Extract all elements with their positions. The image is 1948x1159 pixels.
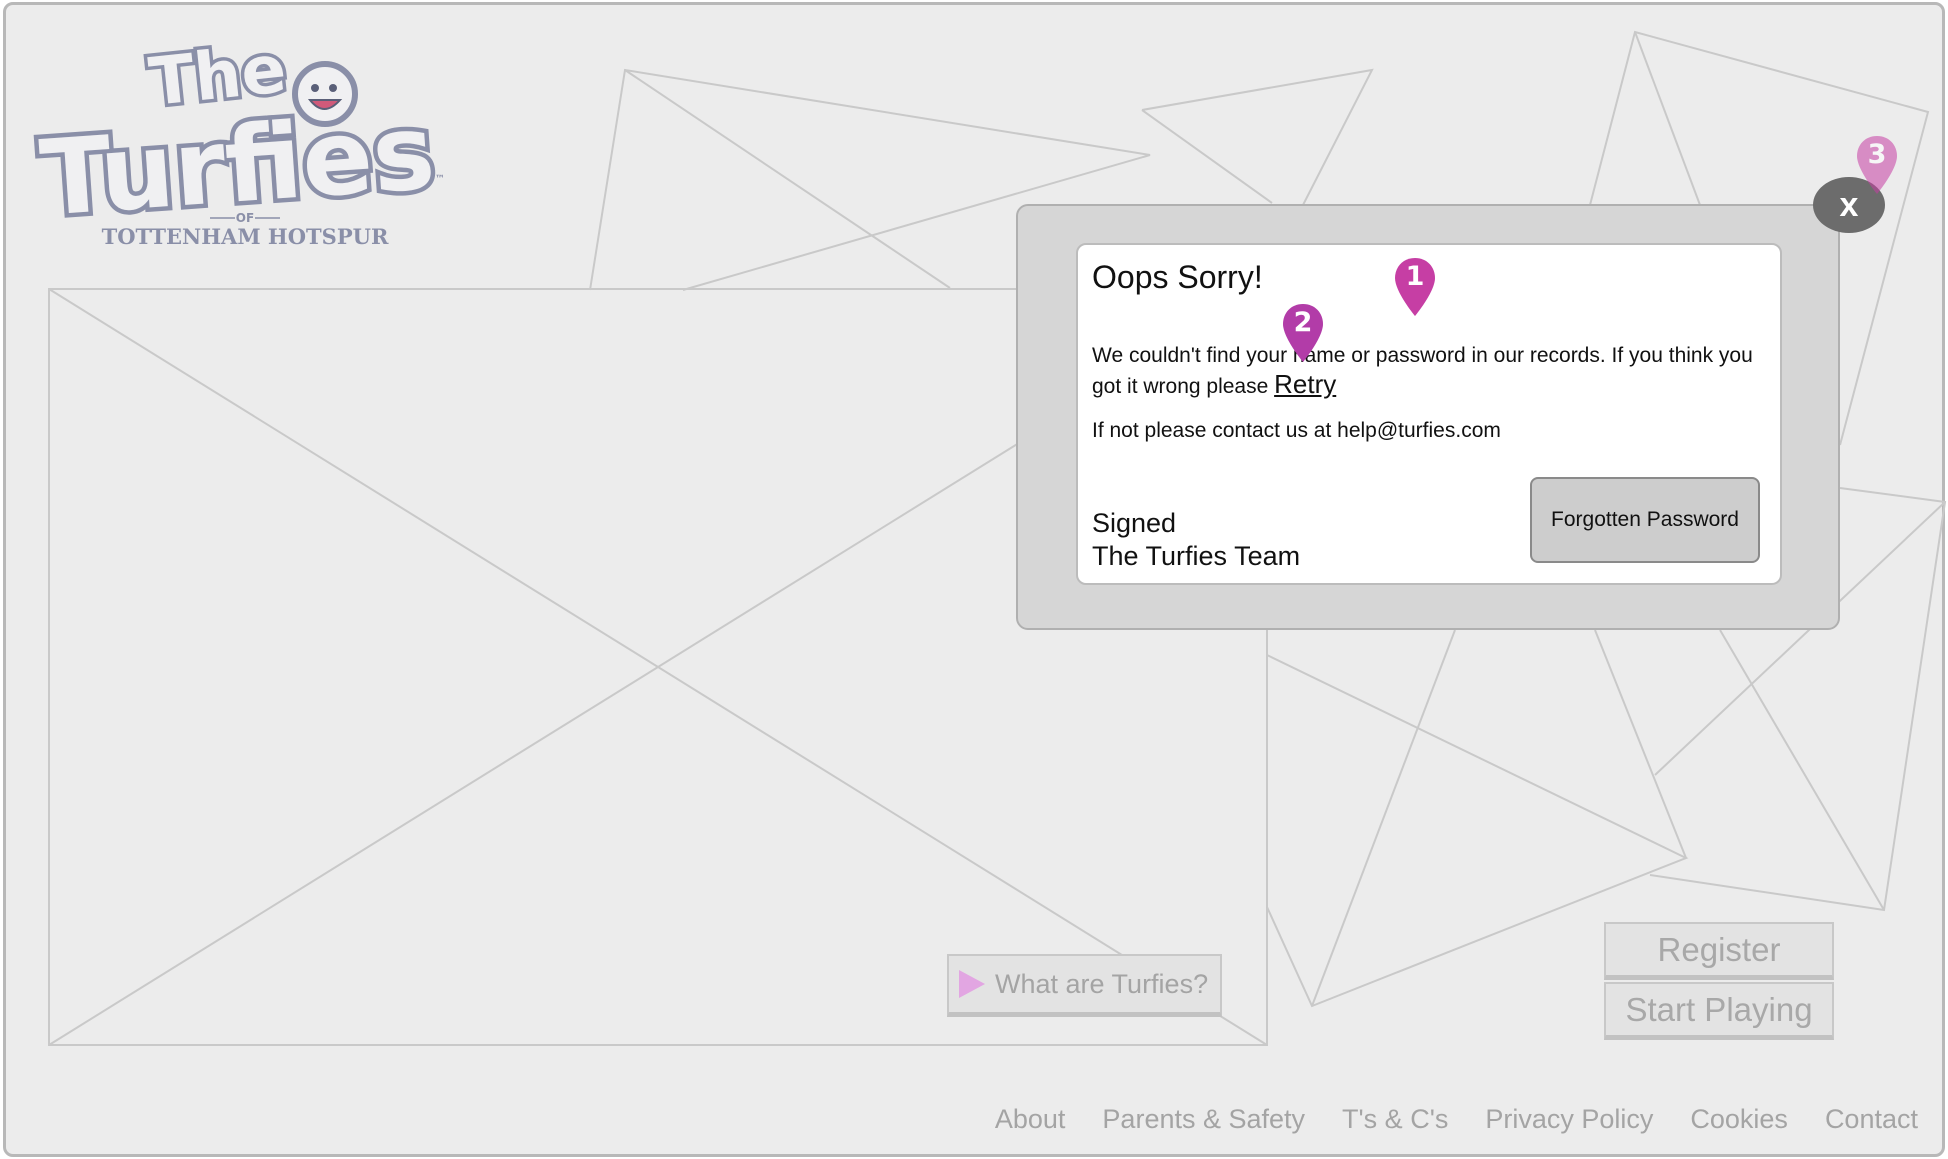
marker-number-1: 1	[1405, 261, 1425, 292]
forgotten-password-button[interactable]: Forgotten Password	[1530, 477, 1760, 563]
footer-link-cookies[interactable]: Cookies	[1690, 1104, 1788, 1135]
footer-link-terms[interactable]: T's & C's	[1342, 1104, 1448, 1135]
signature-line-team: The Turfies Team	[1092, 541, 1301, 571]
footer-link-privacy[interactable]: Privacy Policy	[1485, 1104, 1653, 1135]
marker-number-2: 2	[1293, 307, 1313, 338]
dialog-message-text: We couldn't find your name or password i…	[1092, 344, 1753, 398]
annotation-marker-3: 3	[1855, 134, 1899, 196]
footer-nav: About Parents & Safety T's & C's Privacy…	[995, 1104, 1918, 1135]
dialog-signature: Signed The Turfies Team	[1092, 507, 1300, 573]
turfie-face-icon	[292, 61, 358, 127]
dialog-contact-text: If not please contact us at help@turfies…	[1092, 419, 1501, 442]
annotation-marker-1: 1	[1393, 256, 1437, 318]
what-are-turfies-label: What are Turfies?	[995, 968, 1209, 999]
dialog-title: Oops Sorry!	[1092, 259, 1263, 295]
retry-link[interactable]: Retry	[1274, 369, 1336, 399]
dialog-message: We couldn't find your name or password i…	[1092, 341, 1778, 401]
logo-club-text: TOTTENHAM HOTSPUR	[102, 224, 389, 249]
marker-number-3: 3	[1867, 139, 1887, 170]
footer-link-parents-safety[interactable]: Parents & Safety	[1102, 1104, 1305, 1135]
start-playing-button[interactable]: Start Playing	[1604, 982, 1834, 1040]
logo-tm-text: ™	[435, 174, 445, 185]
play-icon	[959, 970, 985, 998]
register-button[interactable]: Register	[1604, 922, 1834, 980]
turfies-logo: The Turfies OF TOTTENHAM HOTSPUR ™	[30, 26, 470, 256]
signature-line-signed: Signed	[1092, 508, 1177, 538]
footer-link-contact[interactable]: Contact	[1825, 1104, 1918, 1135]
annotation-marker-2: 2	[1281, 302, 1325, 364]
footer-link-about[interactable]: About	[995, 1104, 1066, 1135]
logo-of-text: OF	[236, 211, 254, 225]
what-are-turfies-button[interactable]: What are Turfies?	[947, 954, 1222, 1017]
